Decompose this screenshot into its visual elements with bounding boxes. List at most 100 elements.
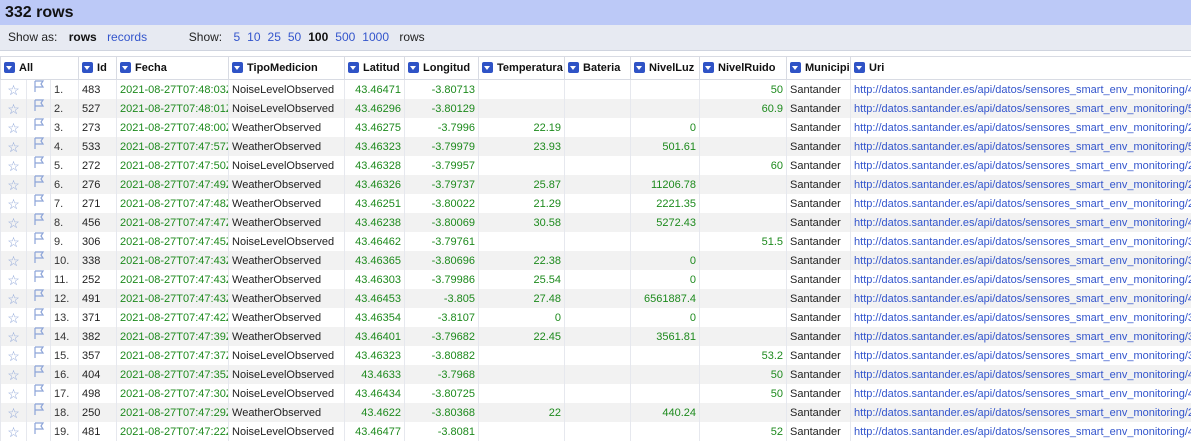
- cell-uri[interactable]: http://datos.santander.es/api/datos/sens…: [851, 194, 1191, 213]
- cell-bateria: [565, 213, 631, 232]
- flag-icon[interactable]: [33, 194, 45, 213]
- flag-icon[interactable]: [33, 346, 45, 365]
- chevron-down-icon[interactable]: [120, 62, 131, 73]
- page-size-10[interactable]: 10: [247, 25, 260, 50]
- chevron-down-icon[interactable]: [482, 62, 493, 73]
- cell-uri[interactable]: http://datos.santander.es/api/datos/sens…: [851, 365, 1191, 384]
- cell-uri[interactable]: http://datos.santander.es/api/datos/sens…: [851, 308, 1191, 327]
- star-icon[interactable]: ☆: [7, 310, 20, 326]
- cell-uri[interactable]: http://datos.santander.es/api/datos/sens…: [851, 156, 1191, 175]
- star-icon[interactable]: ☆: [7, 101, 20, 117]
- star-icon[interactable]: ☆: [7, 120, 20, 136]
- cell-uri[interactable]: http://datos.santander.es/api/datos/sens…: [851, 403, 1191, 422]
- star-icon[interactable]: ☆: [7, 82, 20, 98]
- cell-uri[interactable]: http://datos.santander.es/api/datos/sens…: [851, 384, 1191, 403]
- cell-uri[interactable]: http://datos.santander.es/api/datos/sens…: [851, 213, 1191, 232]
- cell-longitud: -3.8081: [405, 422, 479, 441]
- cell-uri[interactable]: http://datos.santander.es/api/datos/sens…: [851, 232, 1191, 251]
- star-icon[interactable]: ☆: [7, 158, 20, 174]
- cell-uri[interactable]: http://datos.santander.es/api/datos/sens…: [851, 270, 1191, 289]
- column-header-temperatura[interactable]: Temperatura: [479, 57, 565, 80]
- cell-uri[interactable]: http://datos.santander.es/api/datos/sens…: [851, 137, 1191, 156]
- star-icon[interactable]: ☆: [7, 386, 20, 402]
- star-icon[interactable]: ☆: [7, 196, 20, 212]
- flag-icon[interactable]: [33, 99, 45, 118]
- cell-municipio: Santander: [787, 80, 851, 100]
- column-header-nivelluz[interactable]: NivelLuz: [631, 57, 700, 80]
- cell-municipio: Santander: [787, 346, 851, 365]
- cell-uri[interactable]: http://datos.santander.es/api/datos/sens…: [851, 118, 1191, 137]
- flag-icon[interactable]: [33, 213, 45, 232]
- flag-icon[interactable]: [33, 80, 45, 99]
- cell-temperatura: 27.48: [479, 289, 565, 308]
- star-icon[interactable]: ☆: [7, 424, 20, 440]
- page-size-5[interactable]: 5: [233, 25, 240, 50]
- flag-icon[interactable]: [33, 137, 45, 156]
- flag-icon[interactable]: [33, 270, 45, 289]
- chevron-down-icon[interactable]: [348, 62, 359, 73]
- flag-icon[interactable]: [33, 422, 45, 441]
- cell-uri[interactable]: http://datos.santander.es/api/datos/sens…: [851, 422, 1191, 441]
- column-header-nivelruido[interactable]: NivelRuido: [700, 57, 787, 80]
- view-records-link[interactable]: records: [107, 25, 147, 50]
- column-header-fecha[interactable]: Fecha: [117, 57, 229, 80]
- star-icon[interactable]: ☆: [7, 291, 20, 307]
- cell-fecha: 2021-08-27T07:47:35Z: [117, 365, 229, 384]
- cell-uri[interactable]: http://datos.santander.es/api/datos/sens…: [851, 80, 1191, 100]
- chevron-down-icon[interactable]: [82, 62, 93, 73]
- flag-icon[interactable]: [33, 118, 45, 137]
- chevron-down-icon[interactable]: [790, 62, 801, 73]
- column-header-id[interactable]: Id: [79, 57, 117, 80]
- chevron-down-icon[interactable]: [232, 62, 243, 73]
- star-icon[interactable]: ☆: [7, 234, 20, 250]
- star-icon[interactable]: ☆: [7, 272, 20, 288]
- column-header-municipio[interactable]: Municipio: [787, 57, 851, 80]
- star-icon[interactable]: ☆: [7, 215, 20, 231]
- star-icon[interactable]: ☆: [7, 253, 20, 269]
- column-header-tipomedicion[interactable]: TipoMedicion: [229, 57, 345, 80]
- page-size-50[interactable]: 50: [288, 25, 301, 50]
- flag-icon[interactable]: [33, 308, 45, 327]
- cell-nivelluz: 11206.78: [631, 175, 700, 194]
- chevron-down-icon[interactable]: [408, 62, 419, 73]
- chevron-down-icon[interactable]: [568, 62, 579, 73]
- cell-municipio: Santander: [787, 289, 851, 308]
- cell-uri[interactable]: http://datos.santander.es/api/datos/sens…: [851, 346, 1191, 365]
- star-icon[interactable]: ☆: [7, 329, 20, 345]
- flag-icon[interactable]: [33, 384, 45, 403]
- cell-nivelruido: 50: [700, 80, 787, 100]
- chevron-down-icon[interactable]: [634, 62, 645, 73]
- cell-temperatura: [479, 99, 565, 118]
- chevron-down-icon[interactable]: [703, 62, 714, 73]
- cell-uri[interactable]: http://datos.santander.es/api/datos/sens…: [851, 327, 1191, 346]
- flag-icon[interactable]: [33, 175, 45, 194]
- flag-icon[interactable]: [33, 403, 45, 422]
- column-header-bateria[interactable]: Bateria: [565, 57, 631, 80]
- star-icon[interactable]: ☆: [7, 367, 20, 383]
- page-size-25[interactable]: 25: [268, 25, 281, 50]
- chevron-down-icon[interactable]: [4, 62, 15, 73]
- flag-icon[interactable]: [33, 327, 45, 346]
- cell-uri[interactable]: http://datos.santander.es/api/datos/sens…: [851, 175, 1191, 194]
- column-header-longitud[interactable]: Longitud: [405, 57, 479, 80]
- flag-icon[interactable]: [33, 232, 45, 251]
- cell-nivelruido: 50: [700, 365, 787, 384]
- star-icon[interactable]: ☆: [7, 139, 20, 155]
- star-icon[interactable]: ☆: [7, 348, 20, 364]
- cell-uri[interactable]: http://datos.santander.es/api/datos/sens…: [851, 289, 1191, 308]
- flag-icon[interactable]: [33, 289, 45, 308]
- cell-latitud: 43.4622: [345, 403, 405, 422]
- flag-icon[interactable]: [33, 156, 45, 175]
- flag-icon[interactable]: [33, 251, 45, 270]
- star-icon[interactable]: ☆: [7, 405, 20, 421]
- flag-icon[interactable]: [33, 365, 45, 384]
- column-header-latitud[interactable]: Latitud: [345, 57, 405, 80]
- page-size-1000[interactable]: 1000: [362, 25, 389, 50]
- chevron-down-icon[interactable]: [854, 62, 865, 73]
- column-header-uri[interactable]: Uri: [851, 57, 1191, 80]
- cell-uri[interactable]: http://datos.santander.es/api/datos/sens…: [851, 251, 1191, 270]
- page-size-500[interactable]: 500: [335, 25, 355, 50]
- column-header-all[interactable]: All: [1, 57, 79, 80]
- star-icon[interactable]: ☆: [7, 177, 20, 193]
- cell-uri[interactable]: http://datos.santander.es/api/datos/sens…: [851, 99, 1191, 118]
